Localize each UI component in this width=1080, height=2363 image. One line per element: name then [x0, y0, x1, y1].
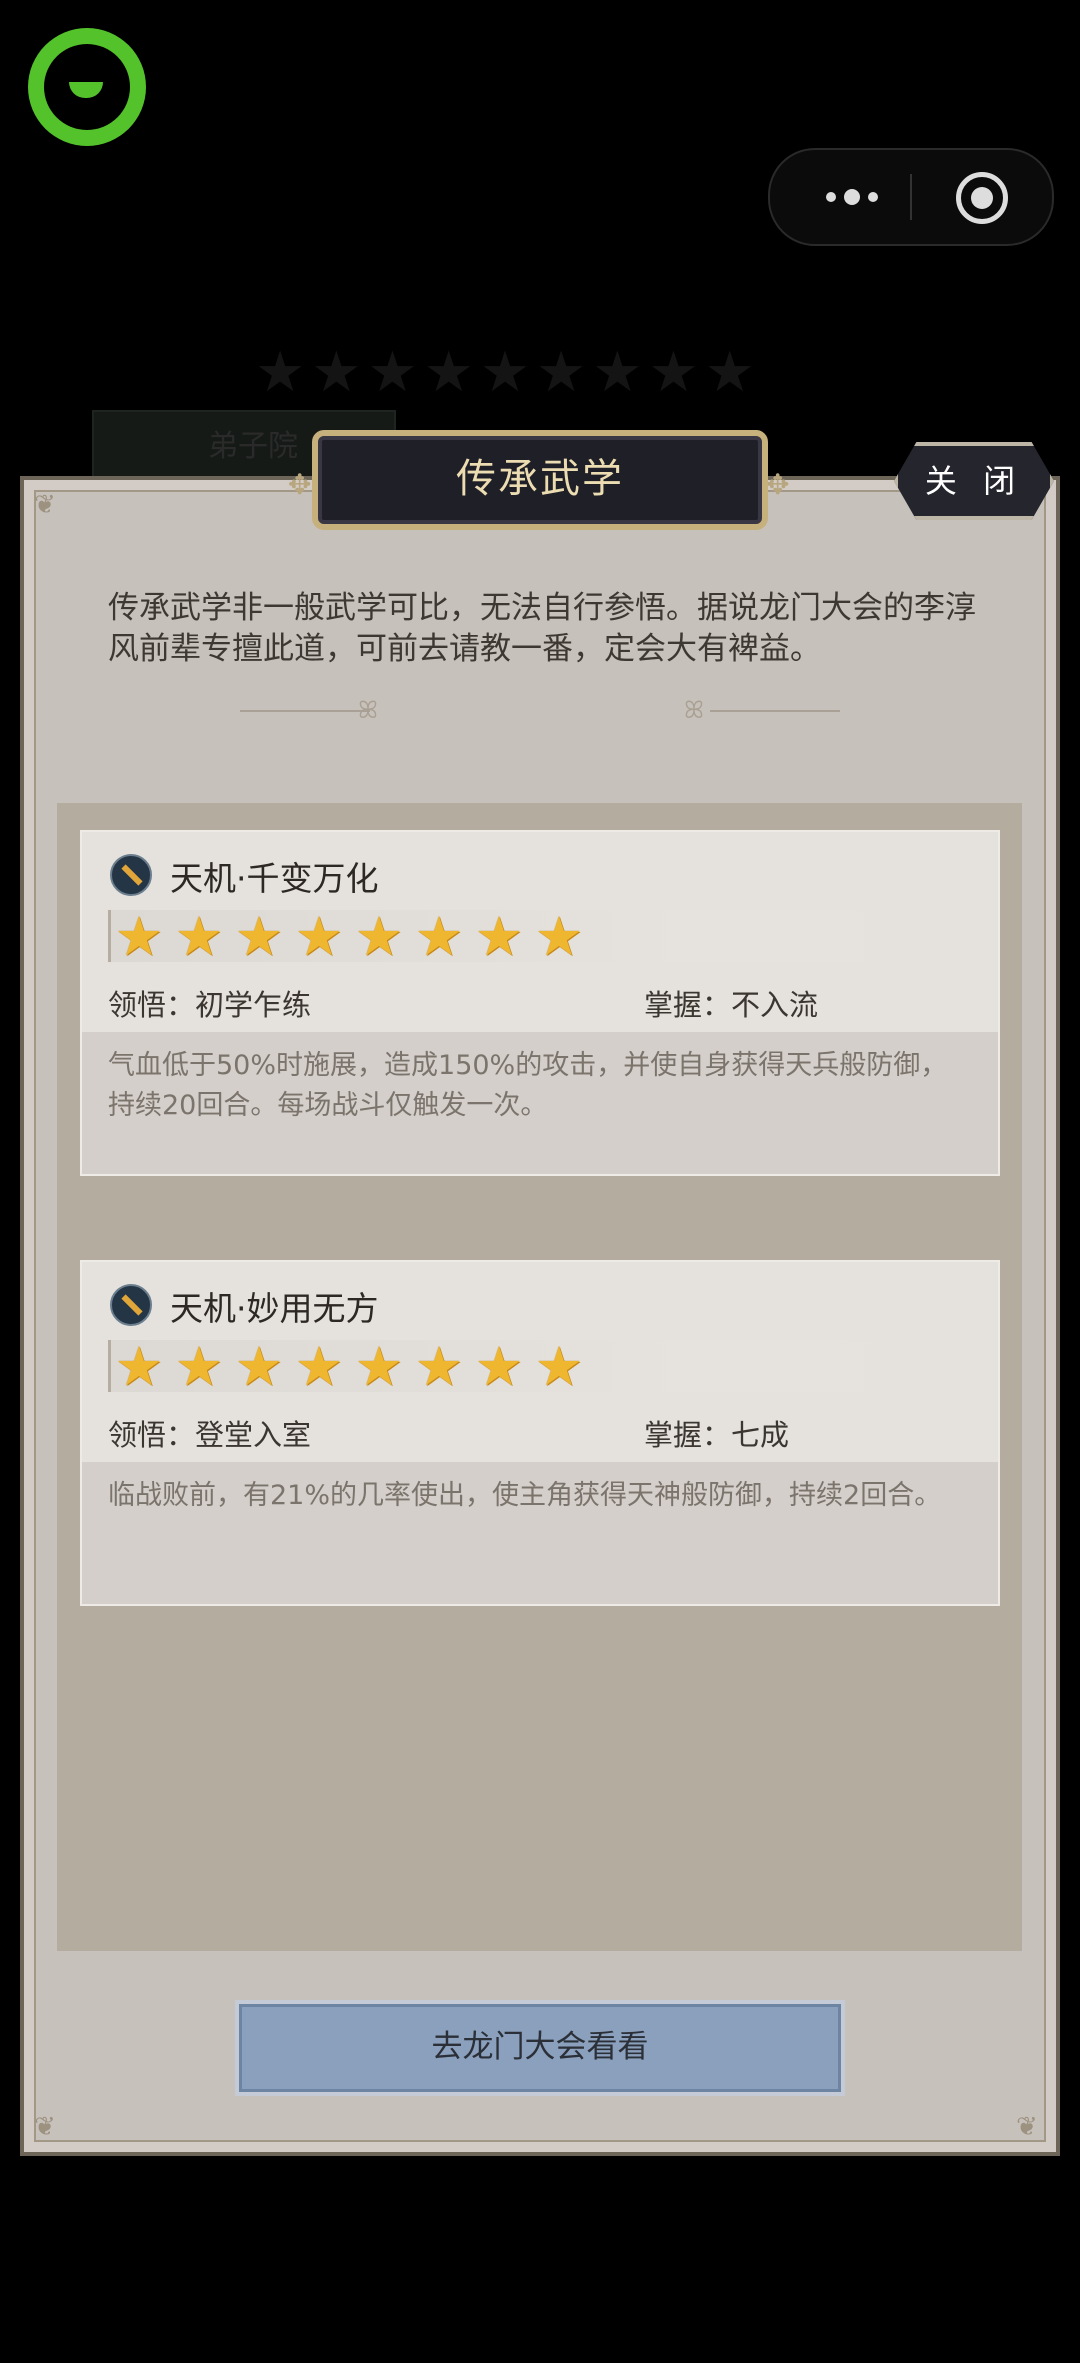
title-ornament-right-icon: ✥ [766, 468, 790, 501]
star-icon: ★ [294, 1335, 344, 1398]
star-icon: ★ [414, 1335, 464, 1398]
star-icon: ★ [414, 905, 464, 968]
star-icon: ★ [234, 905, 284, 968]
star-icon: ★ [354, 905, 404, 968]
dot [826, 192, 836, 202]
star-icon: ★ [474, 1335, 524, 1398]
go-to-longmen-button[interactable]: 去龙门大会看看 [235, 2000, 845, 2096]
mastery-row: 掌握：七成 [644, 1412, 789, 1454]
comprehension-label: 领悟： [108, 988, 196, 1022]
star-icon: ★ [294, 905, 344, 968]
star-icon: ★ [234, 1335, 284, 1398]
star-icon: ★ [534, 1335, 584, 1398]
intro-text: 传承武学非一般武学可比，无法自行参悟。据说龙门大会的李淳风前辈专擅此道，可前去请… [108, 590, 976, 667]
star-rating: ★ ★ ★ ★ ★ ★ ★ ★ [110, 908, 588, 966]
background-stars-icon: ★★★★★★★★★ [255, 340, 761, 405]
dialog-title: 传承武学 [312, 430, 768, 530]
close-button[interactable]: 关 闭 [894, 442, 1054, 520]
title-ornament-left-icon: ✥ [288, 468, 312, 501]
divider-left [240, 710, 370, 712]
corner-ornament-icon: ❦ [34, 490, 56, 520]
mastery-value: 七成 [731, 1418, 790, 1452]
star-icon: ★ [354, 1335, 404, 1398]
corner-ornament-icon: ❦ [1016, 2112, 1038, 2142]
star-icon: ★ [174, 1335, 224, 1398]
star-icon: ★ [174, 905, 224, 968]
star-icon: ★ [114, 1335, 164, 1398]
app-logo-icon[interactable] [28, 28, 146, 146]
star-rating: ★ ★ ★ ★ ★ ★ ★ ★ [110, 1338, 588, 1396]
star-icon: ★ [114, 905, 164, 968]
comprehension-row: 领悟：初学乍练 [108, 982, 311, 1024]
corner-ornament-icon: ❦ [34, 2112, 56, 2142]
skill-card[interactable]: 天机·妙用无方 ★ ★ ★ ★ ★ ★ ★ ★ 领悟：登堂入室 掌握：七成 临战败前，有21%… [80, 1260, 1000, 1606]
dot [844, 189, 860, 205]
skill-card[interactable]: 天机·千变万化 ★ ★ ★ ★ ★ ★ ★ ★ 领悟：初学乍练 掌握：不入流 气血低于50%时… [80, 830, 1000, 1176]
skill-name: 天机·妙用无方 [170, 1289, 379, 1328]
comprehension-value: 初学乍练 [195, 988, 312, 1022]
star-icon: ★ [474, 905, 524, 968]
comprehension-row: 领悟：登堂入室 [108, 1412, 311, 1454]
dot [868, 192, 878, 202]
divider-ornament-icon: ꕤ [684, 696, 704, 724]
divider-right [710, 710, 840, 712]
comprehension-label: 领悟： [108, 1418, 196, 1452]
exit-target-icon[interactable] [956, 172, 1008, 224]
more-menu-icon[interactable] [810, 150, 894, 244]
skill-description: 气血低于50%时施展，造成150%的攻击，并使自身获得天兵般防御，持续20回合。… [108, 1050, 948, 1121]
mastery-label: 掌握： [644, 988, 732, 1022]
skill-description: 临战败前，有21%的几率使出，使主角获得天神般防御，持续2回合。 [108, 1480, 942, 1511]
star-icon: ★ [534, 905, 584, 968]
mastery-value: 不入流 [731, 988, 819, 1022]
skill-name: 天机·千变万化 [170, 859, 379, 898]
comprehension-value: 登堂入室 [195, 1418, 312, 1452]
divider-ornament-icon: ꕤ [358, 696, 378, 724]
mastery-row: 掌握：不入流 [644, 982, 818, 1024]
skill-weapon-icon [110, 1284, 152, 1326]
skill-weapon-icon [110, 854, 152, 896]
capsule-divider [910, 174, 912, 220]
mastery-label: 掌握： [644, 1418, 732, 1452]
miniprogram-capsule [768, 148, 1054, 246]
